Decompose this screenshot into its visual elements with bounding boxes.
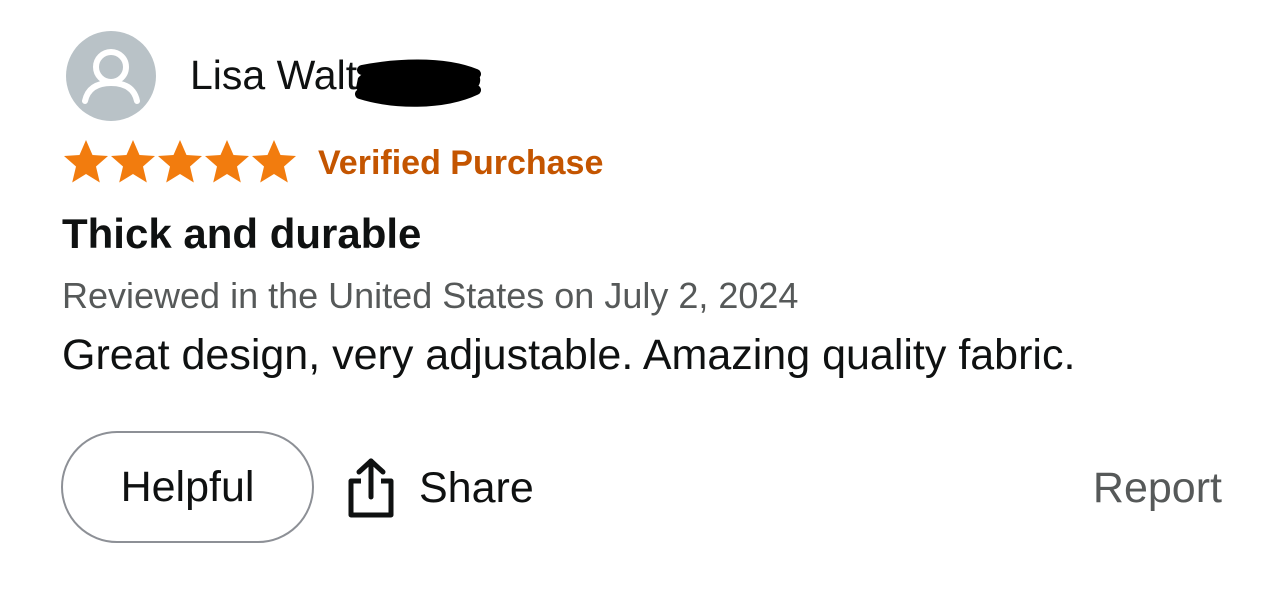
verified-purchase-badge: Verified Purchase [318, 144, 604, 182]
review-meta: Reviewed in the United States on July 2,… [62, 275, 799, 316]
default-user-icon [82, 49, 140, 104]
share-button[interactable]: Share [345, 456, 534, 520]
review-body: Great design, very adjustable. Amazing q… [62, 331, 1076, 379]
redaction-scribble [355, 59, 481, 107]
share-icon [348, 458, 394, 518]
star-icon [111, 140, 155, 183]
star-icon [252, 140, 296, 183]
share-label: Share [419, 464, 534, 512]
avatar [66, 31, 156, 121]
star-icon [205, 140, 249, 183]
reviewer-name: Lisa Walt [190, 52, 358, 98]
star-icon [158, 140, 202, 183]
star-icon [64, 140, 108, 183]
star-rating [62, 138, 297, 188]
helpful-button[interactable]: Helpful [61, 431, 314, 543]
report-link[interactable]: Report [1093, 462, 1222, 514]
review-title: Thick and durable [62, 210, 422, 257]
